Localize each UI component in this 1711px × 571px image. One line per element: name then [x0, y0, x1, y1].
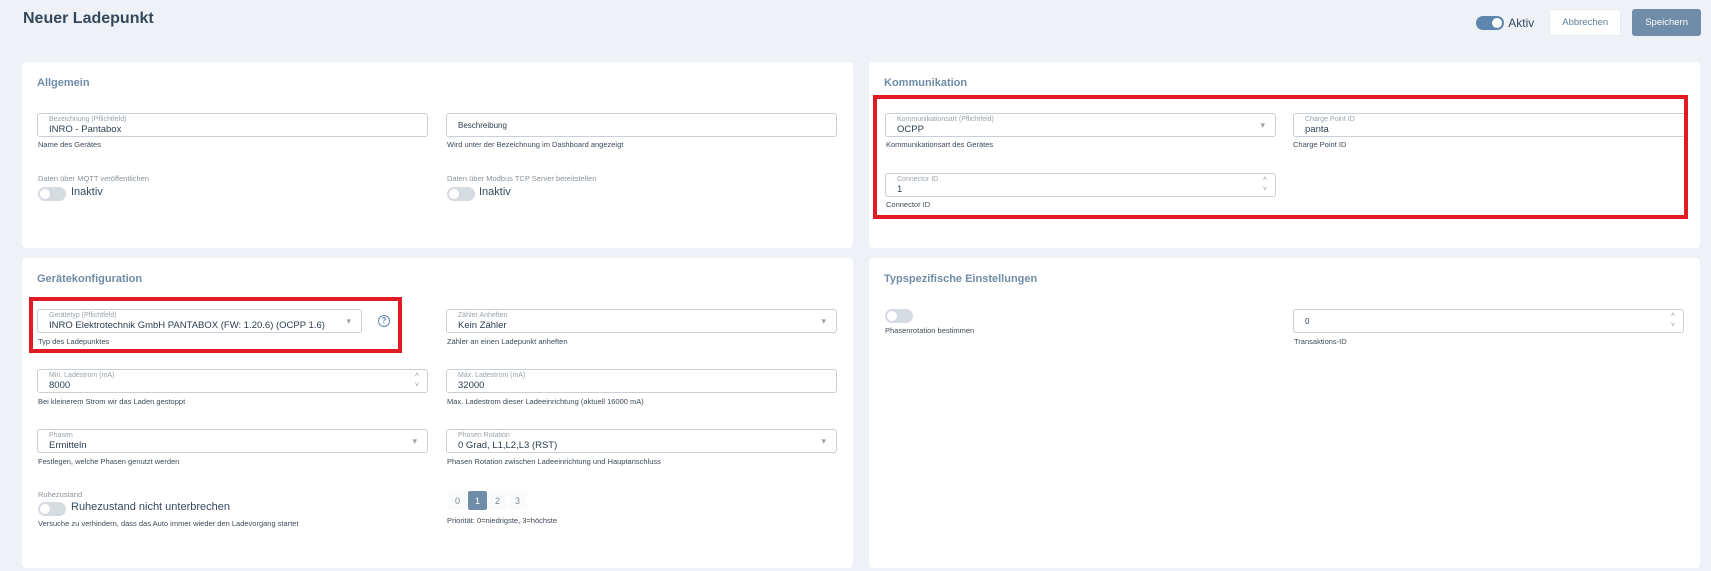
max-current-label: Max. Ladestrom (mA)	[458, 372, 526, 379]
card-title-typspezifisch: Typspezifische Einstellungen	[884, 273, 1038, 285]
idle-hint: Versuche zu verhindern, dass das Auto im…	[38, 519, 299, 528]
transaction-id-field[interactable]: 0 ˄ ˅	[1293, 309, 1684, 333]
name-hint: Name des Gerätes	[38, 140, 101, 149]
mqtt-label: Daten über MQTT veröffentlichen	[38, 174, 150, 183]
chevron-down-icon: ▾	[412, 436, 417, 446]
description-field[interactable]: Beschreibung	[446, 113, 837, 137]
phase-rotation-select[interactable]: Phasen Rotation 0 Grad, L1,L2,L3 (RST) ▾	[446, 429, 837, 453]
highlight-kommunikation	[873, 95, 1688, 219]
phase-rotation-label: Phasen Rotation	[458, 432, 510, 439]
phases-select[interactable]: Phasen Ermitteln ▾	[37, 429, 428, 453]
idle-label: Ruhezustand	[38, 490, 83, 499]
chevron-down-icon: ▾	[821, 316, 826, 326]
min-current-field[interactable]: Min. Ladestrom (mA) 8000 ˄ ˅	[37, 369, 428, 393]
meter-label: Zähler Anheften	[458, 312, 508, 319]
header-actions: Aktiv Abbrechen Speichern	[1476, 9, 1701, 36]
number-stepper-icon[interactable]: ˄ ˅	[415, 371, 419, 391]
card-title-kommunikation: Kommunikation	[884, 77, 968, 89]
name-field-label: Bezeichnung (Pflichtfeld)	[49, 116, 127, 123]
name-field[interactable]: Bezeichnung (Pflichtfeld) INRO - Pantabo…	[37, 113, 428, 137]
card-typspezifisch: Typspezifische Einstellungen Phasenrotat…	[869, 258, 1700, 568]
priority-option-1[interactable]: 1	[468, 491, 487, 510]
card-title-geraetekonfiguration: Gerätekonfiguration	[37, 273, 143, 285]
phase-rotation-hint: Phasen Rotation zwischen Ladeeinrichtung…	[447, 457, 661, 466]
page-header: Neuer Ladepunkt Aktiv Abbrechen Speicher…	[0, 0, 1711, 50]
page-title: Neuer Ladepunkt	[23, 10, 154, 27]
phase-rotation-detect-label: Phasenrotation bestimmen	[885, 326, 975, 335]
number-stepper-icon[interactable]: ˄ ˅	[1671, 311, 1675, 331]
priority-option-3[interactable]: 3	[508, 491, 527, 510]
priority-option-0[interactable]: 0	[448, 491, 467, 510]
card-allgemein: Allgemein Bezeichnung (Pflichtfeld) INRO…	[22, 62, 853, 248]
idle-toggle[interactable]	[38, 502, 66, 516]
priority-option-2[interactable]: 2	[488, 491, 507, 510]
transaction-id-value: 0	[1305, 317, 1310, 326]
max-current-value: 32000	[458, 380, 485, 391]
cancel-button[interactable]: Abbrechen	[1549, 9, 1622, 36]
active-toggle[interactable]	[1476, 15, 1505, 30]
priority-hint: Priorität: 0=niedrigste, 3=höchste	[447, 516, 558, 525]
meter-hint: Zähler an einen Ladepunkt anheften	[447, 337, 568, 346]
highlight-device-type	[29, 297, 402, 353]
min-current-label: Min. Ladestrom (mA)	[49, 372, 115, 379]
meter-select[interactable]: Zähler Anheften Kein Zähler ▾	[446, 309, 837, 333]
card-title-allgemein: Allgemein	[37, 77, 90, 89]
name-field-value: INRO - Pantabox	[49, 124, 122, 135]
active-toggle-label: Aktiv	[1508, 15, 1535, 30]
max-current-field[interactable]: Max. Ladestrom (mA) 32000	[446, 369, 837, 393]
phase-rotation-value: 0 Grad, L1,L2,L3 (RST)	[458, 440, 558, 451]
modbus-toggle[interactable]	[447, 187, 475, 201]
priority-selector[interactable]: 0 1 2 3	[448, 491, 528, 510]
save-button[interactable]: Speichern	[1632, 9, 1701, 36]
meter-value: Kein Zähler	[458, 320, 507, 331]
min-current-value: 8000	[49, 380, 71, 391]
min-current-hint: Bei kleinerem Strom wir das Laden gestop…	[38, 397, 186, 406]
mqtt-toggle[interactable]	[38, 187, 66, 201]
description-placeholder: Beschreibung	[458, 121, 507, 130]
phases-hint: Festlegen, welche Phasen genutzt werden	[38, 457, 180, 466]
idle-state: Ruhezustand nicht unterbrechen	[71, 501, 230, 513]
mqtt-state: Inaktiv	[71, 186, 103, 198]
max-current-hint: Max. Ladestrom dieser Ladeeinrichtung (a…	[447, 397, 644, 406]
phase-rotation-detect-toggle[interactable]	[885, 309, 913, 323]
phases-value: Ermitteln	[49, 440, 87, 451]
description-hint: Wird unter der Bezeichnung im Dashboard …	[447, 140, 624, 149]
chevron-down-icon: ▾	[821, 436, 826, 446]
modbus-label: Daten über Modbus TCP Server bereitstell…	[447, 174, 597, 183]
transaction-id-hint: Transaktions-ID	[1294, 337, 1347, 346]
modbus-state: Inaktiv	[479, 186, 511, 198]
phases-label: Phasen	[49, 432, 73, 439]
